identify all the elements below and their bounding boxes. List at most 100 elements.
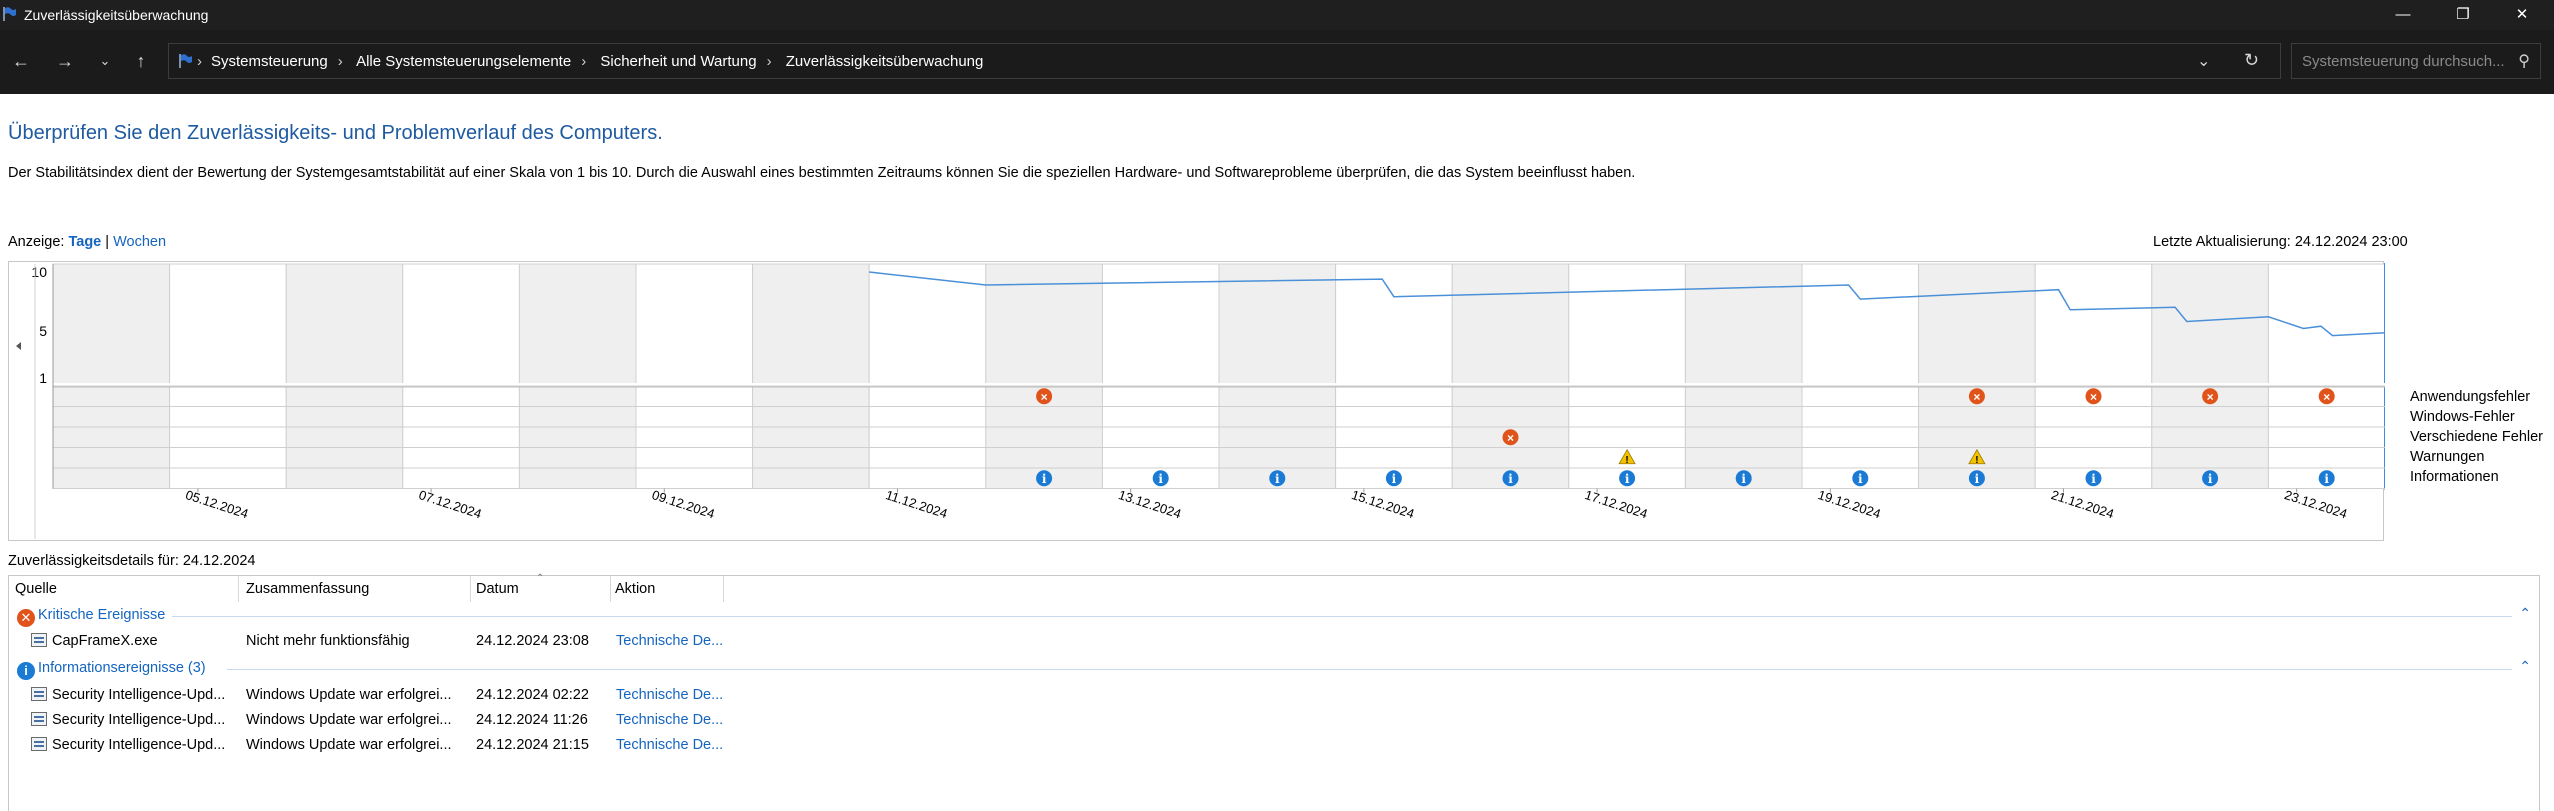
column-divider[interactable] bbox=[610, 576, 611, 602]
day-column-18.12.2024[interactable] bbox=[1684, 263, 1803, 489]
column-divider[interactable] bbox=[723, 576, 724, 602]
column-header-source[interactable]: Quelle bbox=[15, 581, 57, 597]
info-icon-glyph: i bbox=[1625, 472, 1630, 486]
info-icon-glyph: i bbox=[1741, 472, 1746, 486]
chevron-right-icon: › bbox=[766, 53, 772, 70]
technical-details-link[interactable]: Technische De... bbox=[616, 687, 723, 703]
column-divider[interactable] bbox=[238, 576, 239, 602]
day-column-13.12.2024[interactable] bbox=[1101, 263, 1220, 489]
day-column-08.12.2024[interactable] bbox=[518, 263, 637, 489]
forward-arrow-icon[interactable]: → bbox=[50, 48, 80, 74]
row-summary: Windows Update war erfolgrei... bbox=[246, 687, 452, 703]
day-column-04.12.2024[interactable] bbox=[52, 263, 171, 489]
column-header-summary[interactable]: Zusammenfassung bbox=[246, 581, 369, 597]
reliability-chart[interactable]: 1051×××××××!!iiiiiiiiiiiii05.12.202407.1… bbox=[8, 261, 2385, 541]
info-icon-glyph: i bbox=[2324, 472, 2329, 486]
technical-details-link[interactable]: Technische De... bbox=[616, 737, 723, 753]
chevron-right-icon: › bbox=[337, 53, 343, 70]
back-arrow-icon[interactable]: ← bbox=[6, 48, 36, 74]
warning-icon-glyph: ! bbox=[1625, 455, 1628, 466]
last-update-text: Letzte Aktualisierung: 24.12.2024 23:00 bbox=[2153, 234, 2408, 250]
category-label: Informationen bbox=[2410, 469, 2499, 485]
day-column-22.12.2024[interactable] bbox=[2151, 263, 2269, 489]
x-tick-label: 07.12.2024 bbox=[417, 487, 484, 521]
x-tick-label: 13.12.2024 bbox=[1117, 487, 1184, 521]
breadcrumb-item[interactable]: Systemsteuerung bbox=[211, 53, 328, 70]
row-date: 24.12.2024 21:15 bbox=[476, 737, 589, 753]
day-column-14.12.2024[interactable] bbox=[1218, 263, 1337, 489]
day-column-23.12.2024[interactable] bbox=[2267, 263, 2385, 489]
view-days-link[interactable]: Tage bbox=[68, 234, 101, 250]
error-icon-glyph: × bbox=[1041, 390, 1048, 404]
column-divider[interactable] bbox=[470, 576, 471, 602]
day-column-16.12.2024[interactable] bbox=[1451, 263, 1570, 489]
update-icon bbox=[31, 737, 47, 751]
breadcrumb-item[interactable]: Alle Systemsteuerungselemente bbox=[356, 53, 571, 70]
x-tick-label: 11.12.2024 bbox=[884, 487, 950, 521]
day-column-05.12.2024[interactable] bbox=[169, 263, 287, 489]
collapse-chevron-icon[interactable]: ⌃ bbox=[2519, 658, 2531, 675]
flag-icon bbox=[3, 7, 16, 21]
info-icon-glyph: i bbox=[1392, 472, 1397, 486]
info-icon-glyph: i bbox=[2091, 472, 2096, 486]
y-tick-label: 1 bbox=[39, 370, 47, 386]
technical-details-link[interactable]: Technische De... bbox=[616, 633, 723, 649]
group-header-critical[interactable]: ✕ Kritische Ereignisse bbox=[17, 607, 165, 627]
details-table: Quelle Zusammenfassung Datum ⌃ Aktion ✕ K… bbox=[8, 573, 2540, 811]
group-header-information[interactable]: i Informationsereignisse (3) bbox=[17, 660, 206, 680]
application-icon bbox=[31, 633, 47, 647]
info-icon-glyph: i bbox=[2208, 472, 2213, 486]
page-title: Überprüfen Sie den Zuverlässigkeits- und… bbox=[8, 122, 663, 144]
recent-locations-chevron-icon[interactable]: ⌄ bbox=[90, 48, 120, 74]
day-column-09.12.2024[interactable] bbox=[635, 263, 754, 489]
breadcrumb: Systemsteuerung › Alle Systemsteuerungsel… bbox=[211, 53, 993, 70]
day-column-21.12.2024[interactable] bbox=[2034, 263, 2153, 489]
technical-details-link[interactable]: Technische De... bbox=[616, 712, 723, 728]
info-icon-glyph: i bbox=[1158, 472, 1163, 486]
y-tick-label: 10 bbox=[31, 264, 47, 280]
info-icon-glyph: i bbox=[1042, 472, 1047, 486]
column-header-date[interactable]: Datum bbox=[476, 581, 519, 597]
warning-icon-glyph: ! bbox=[1975, 455, 1978, 466]
view-divider: | bbox=[105, 234, 110, 250]
page-description: Der Stabilitätsindex dient der Bewertung… bbox=[8, 165, 1636, 181]
breadcrumb-item[interactable]: Zuverlässigkeitsüberwachung bbox=[786, 53, 984, 70]
search-placeholder: Systemsteuerung durchsuch... bbox=[2302, 53, 2505, 70]
group-divider bbox=[172, 616, 2512, 617]
day-column-12.12.2024[interactable] bbox=[985, 263, 1103, 489]
collapse-chevron-icon[interactable]: ⌃ bbox=[2519, 605, 2531, 622]
column-header-action[interactable]: Aktion bbox=[615, 581, 655, 597]
x-tick-label: 23.12.2024 bbox=[2283, 487, 2350, 521]
breadcrumb-item[interactable]: Sicherheit und Wartung bbox=[600, 53, 756, 70]
search-input[interactable]: Systemsteuerung durchsuch... ⚲ bbox=[2291, 43, 2541, 79]
info-icon: i bbox=[17, 662, 35, 680]
search-icon[interactable]: ⚲ bbox=[2518, 51, 2530, 71]
day-column-07.12.2024[interactable] bbox=[402, 263, 520, 489]
reliability-chart-svg: 1051×××××××!!iiiiiiiiiiiii05.12.202407.1… bbox=[16, 263, 2385, 539]
day-column-15.12.2024[interactable] bbox=[1335, 263, 1453, 489]
scroll-left-icon[interactable] bbox=[16, 342, 21, 350]
day-column-11.12.2024[interactable] bbox=[868, 263, 987, 489]
row-source: Security Intelligence-Upd... bbox=[31, 737, 225, 753]
title-bar: Zuverlässigkeitsüberwachung — ❐ ✕ bbox=[0, 0, 2554, 30]
view-weeks-link[interactable]: Wochen bbox=[113, 234, 166, 250]
address-bar[interactable]: › Systemsteuerung › Alle Systemsteuerungs… bbox=[168, 43, 2281, 79]
day-column-06.12.2024[interactable] bbox=[285, 263, 404, 489]
window-title: Zuverlässigkeitsüberwachung bbox=[24, 7, 209, 23]
view-selector: Anzeige: Tage | Wochen bbox=[8, 234, 166, 250]
refresh-icon[interactable]: ↻ bbox=[2244, 50, 2259, 71]
info-icon-glyph: i bbox=[1275, 472, 1280, 486]
up-arrow-icon[interactable]: ↑ bbox=[126, 48, 156, 74]
row-date: 24.12.2024 11:26 bbox=[476, 712, 588, 728]
close-button[interactable]: ✕ bbox=[2494, 0, 2550, 30]
info-icon-glyph: i bbox=[1975, 472, 1980, 486]
minimize-button[interactable]: — bbox=[2375, 0, 2431, 30]
chevron-down-icon[interactable]: ⌄ bbox=[2197, 51, 2210, 71]
x-tick-label: 05.12.2024 bbox=[184, 487, 251, 521]
error-icon-glyph: × bbox=[2090, 390, 2097, 404]
category-label: Windows-Fehler bbox=[2410, 409, 2515, 425]
row-summary: Windows Update war erfolgrei... bbox=[246, 712, 452, 728]
update-icon bbox=[31, 712, 47, 726]
restore-button[interactable]: ❐ bbox=[2435, 0, 2491, 30]
day-column-10.12.2024[interactable] bbox=[752, 263, 870, 489]
